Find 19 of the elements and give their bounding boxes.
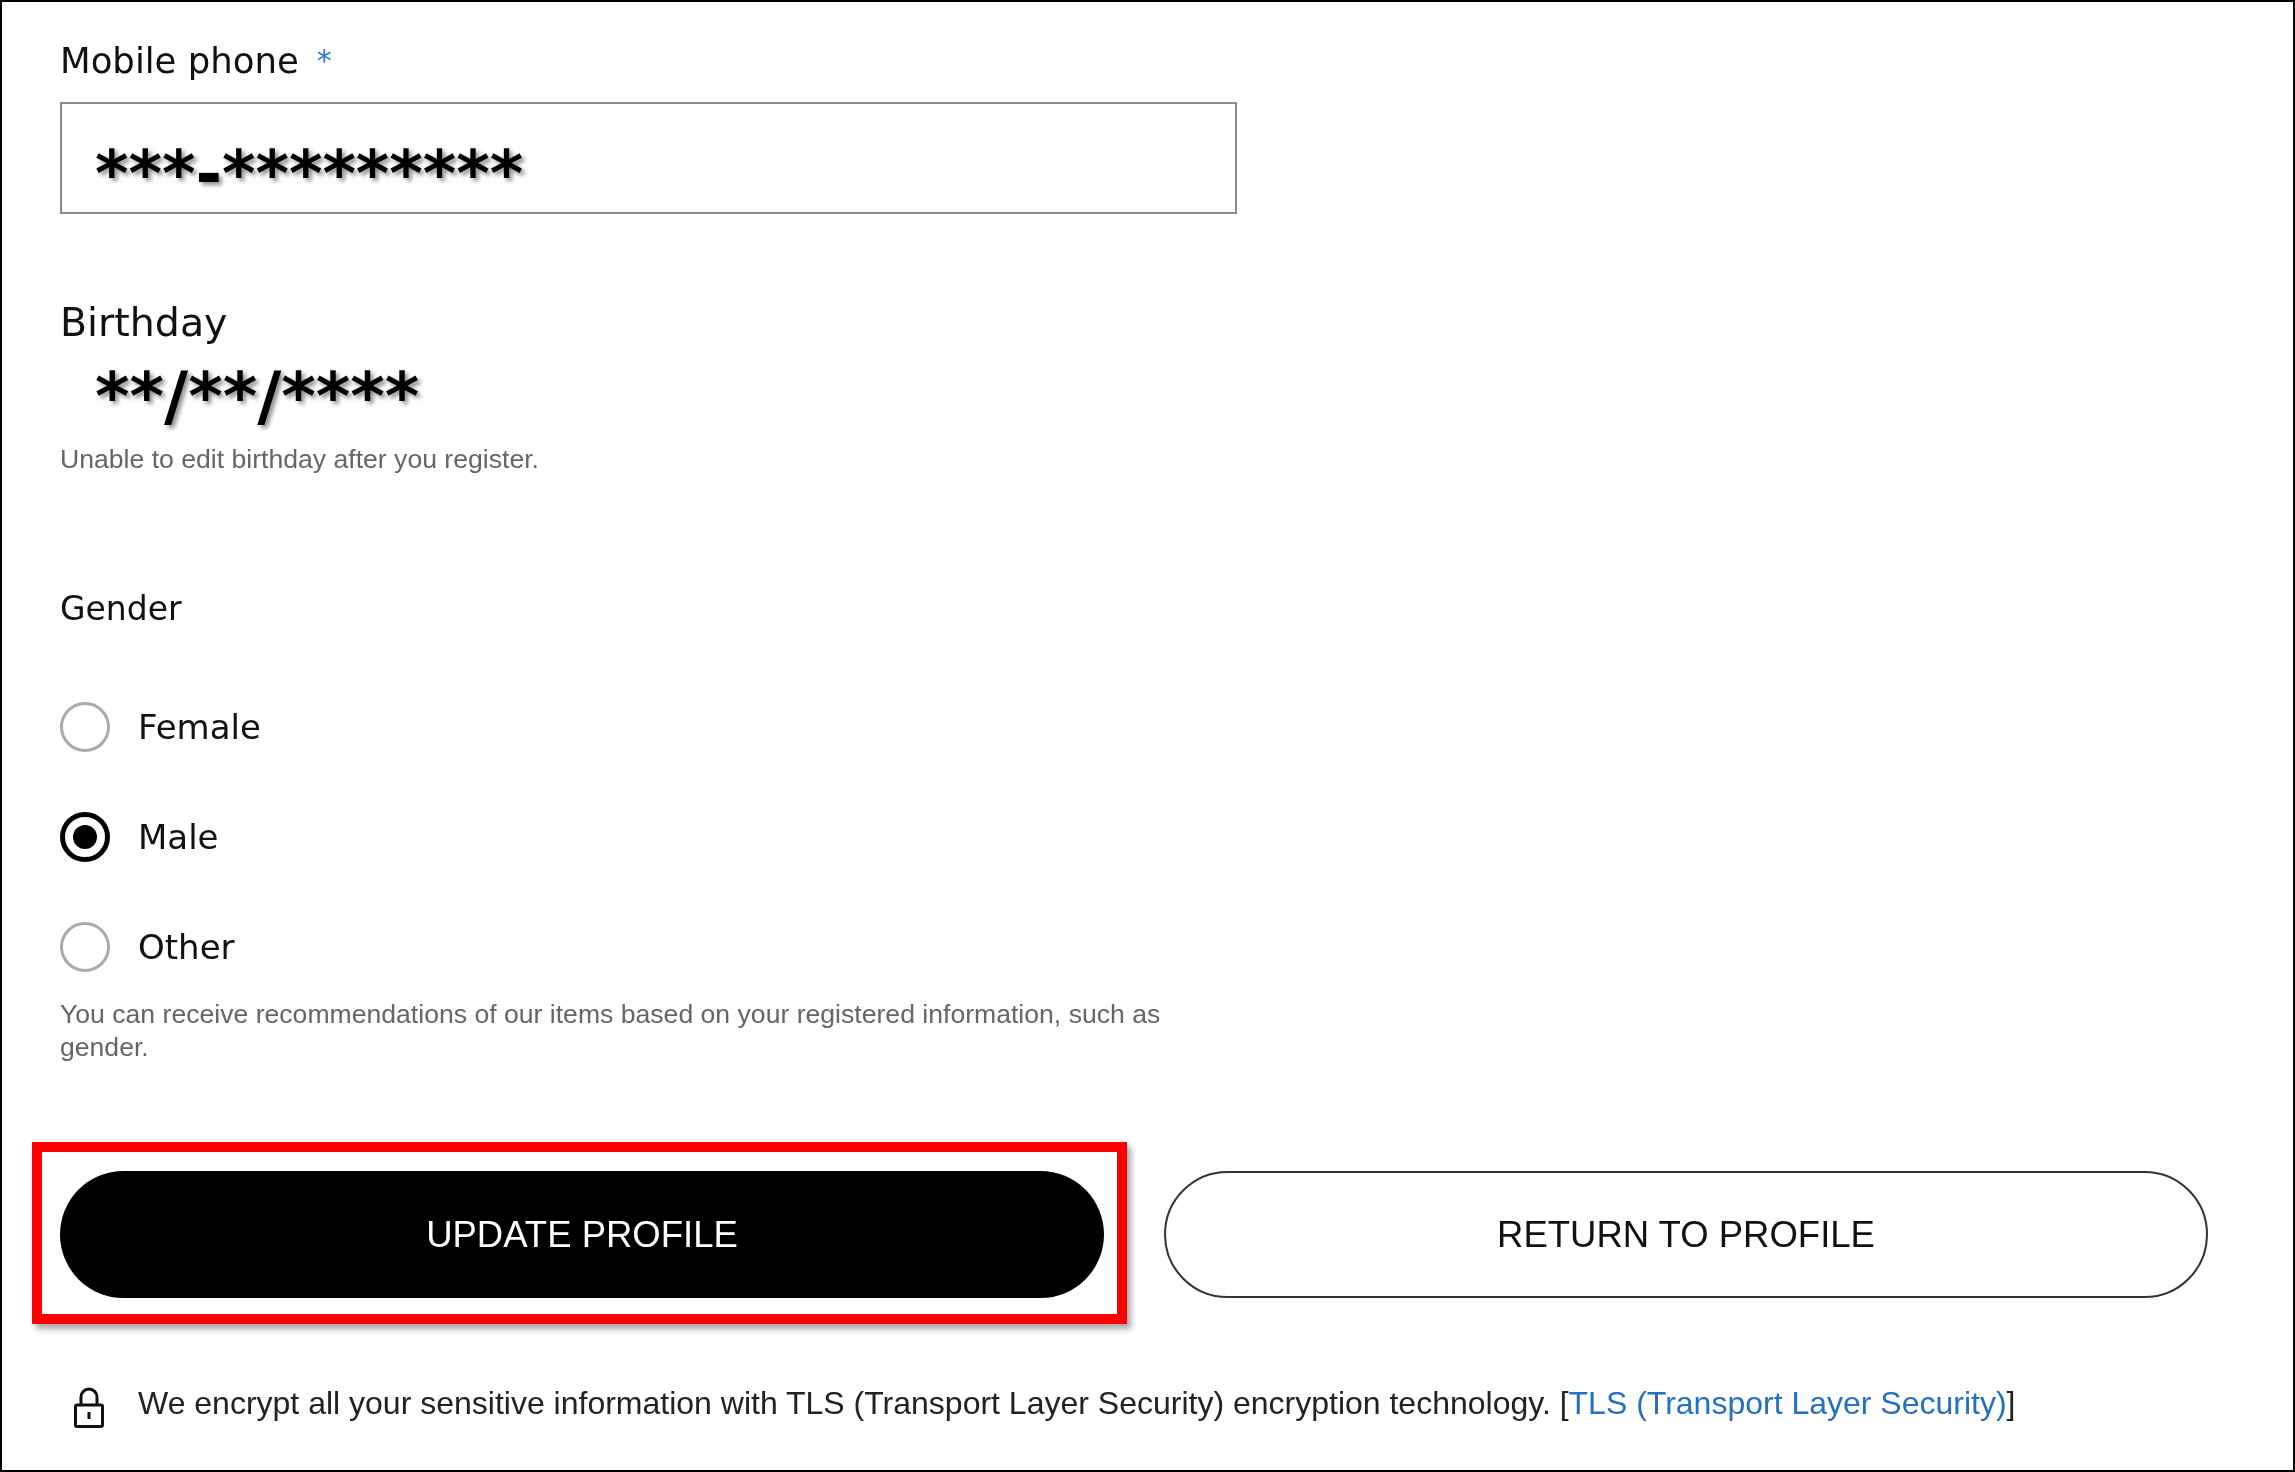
field-label: Mobile phone [60, 40, 299, 82]
radio-label: Male [138, 816, 219, 858]
radio-button[interactable] [60, 702, 110, 752]
helper-text: Unable to edit birthday after you register. [60, 443, 539, 475]
radio-label: Female [138, 706, 261, 748]
radio-button[interactable] [60, 922, 110, 972]
radio-button[interactable] [60, 812, 110, 862]
birthday-value: **/**/**** [95, 367, 420, 427]
tls-link[interactable]: TLS (Transport Layer Security) [1568, 1385, 2007, 1421]
required-mark: * [316, 42, 332, 80]
field-label: Birthday [60, 298, 228, 346]
return-to-profile-button[interactable]: RETURN TO PROFILE [1164, 1171, 2208, 1298]
field-label: Gender [60, 588, 182, 630]
update-profile-button[interactable]: UPDATE PROFILE [60, 1171, 1104, 1298]
radio-label: Other [138, 926, 235, 968]
security-notice: We encrypt all your sensitive information with TLS (Transport Layer Security) encryption technology. [TLS (Transport Layer Security)] [138, 1384, 2016, 1423]
helper-text: You can receive recommendations of our items based on your registered information, such as gender. [60, 998, 1162, 1064]
lock-icon [73, 1386, 105, 1428]
phone-input[interactable]: ***-********* [60, 102, 1237, 214]
